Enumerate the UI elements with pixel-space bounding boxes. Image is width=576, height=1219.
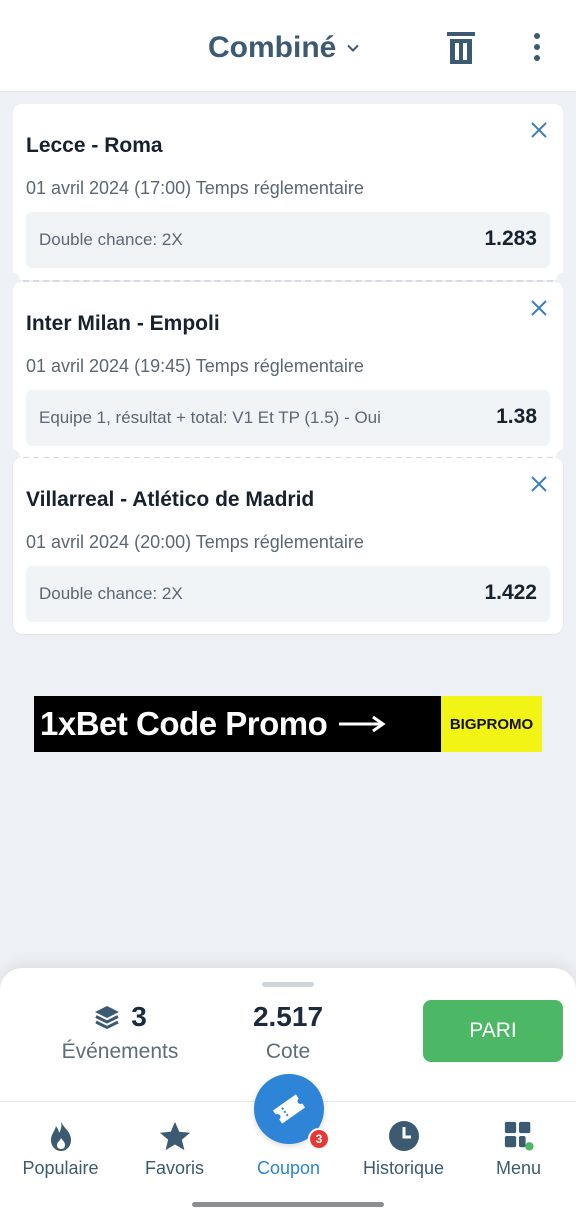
bet-odd: 1.38 [496, 405, 537, 428]
bet-market: Equipe 1, résultat + total: V1 Et TP (1.… [39, 408, 381, 427]
nav-label: Historique [362, 1158, 445, 1178]
bet-selection-row: Double chance: 2X 1.283 [26, 212, 550, 268]
nav-label: Menu [495, 1158, 542, 1178]
star-icon [159, 1121, 190, 1151]
bet-card: Lecce - Roma 01 avril 2024 (17:00) Temps… [13, 104, 563, 280]
match-date: 01 avril 2024 (17:00) Temps réglementair… [26, 178, 364, 198]
bet-market: Double chance: 2X [39, 230, 183, 249]
promo-banner-text: 1xBet Code Promo [40, 705, 328, 742]
promo-banner-text-area: 1xBet Code Promo [34, 696, 441, 752]
coupon-count-badge: 3 [308, 1128, 330, 1150]
events-label: Événements [61, 1040, 179, 1063]
nav-label: Favoris [144, 1158, 204, 1178]
bet-odd: 1.422 [484, 581, 537, 604]
bet-selection-row: Double chance: 2X 1.422 [26, 566, 550, 622]
home-indicator[interactable] [192, 1202, 384, 1207]
more-vertical-icon[interactable] [522, 28, 552, 68]
promo-banner[interactable]: 1xBet Code Promo BIGPROMO [34, 696, 542, 752]
drag-handle[interactable] [262, 982, 314, 987]
nav-item-menu[interactable]: Menu [461, 1102, 576, 1198]
clock-icon [388, 1121, 419, 1151]
match-date: 01 avril 2024 (19:45) Temps réglementair… [26, 356, 364, 376]
bet-odd: 1.283 [484, 227, 537, 250]
bet-card: Inter Milan - Empoli 01 avril 2024 (19:4… [13, 282, 563, 458]
chevron-down-icon [347, 44, 360, 52]
trash-icon[interactable] [444, 28, 478, 68]
flame-icon [50, 1121, 71, 1151]
bet-market: Double chance: 2X [39, 584, 183, 603]
nav-label: Coupon [256, 1158, 321, 1178]
match-date: 01 avril 2024 (20:00) Temps réglementair… [26, 532, 364, 552]
place-bet-button[interactable]: PARI [423, 1000, 563, 1062]
bet-card: Villarreal - Atlético de Madrid 01 avril… [13, 458, 563, 634]
nav-label: Populaire [22, 1158, 99, 1178]
grid-icon [504, 1121, 534, 1151]
odds-stat: 2.517 Cote [210, 998, 366, 1064]
bet-type-selector[interactable]: Combiné [208, 28, 360, 68]
close-icon[interactable] [529, 298, 549, 318]
app-header: Combiné [0, 0, 576, 92]
promo-code: BIGPROMO [441, 696, 542, 752]
events-count: 3 [131, 1001, 147, 1032]
page-title: Combiné [208, 31, 337, 64]
match-title: Inter Milan - Empoli [26, 312, 220, 335]
arrow-right-icon [339, 715, 386, 733]
close-icon[interactable] [529, 120, 549, 140]
total-odds: 2.517 [252, 1001, 324, 1032]
events-stat: 3 Événements [40, 998, 200, 1064]
odds-label: Cote [265, 1040, 311, 1063]
layers-icon [95, 1006, 120, 1030]
bet-selection-row: Equipe 1, résultat + total: V1 Et TP (1.… [26, 390, 550, 446]
nav-item-favoris[interactable]: Favoris [117, 1102, 232, 1198]
nav-item-populaire[interactable]: Populaire [3, 1102, 118, 1198]
ticket-icon [272, 1094, 306, 1124]
close-icon[interactable] [529, 474, 549, 494]
match-title: Lecce - Roma [26, 134, 163, 157]
nav-item-historique[interactable]: Historique [346, 1102, 461, 1198]
match-title: Villarreal - Atlético de Madrid [26, 488, 315, 511]
